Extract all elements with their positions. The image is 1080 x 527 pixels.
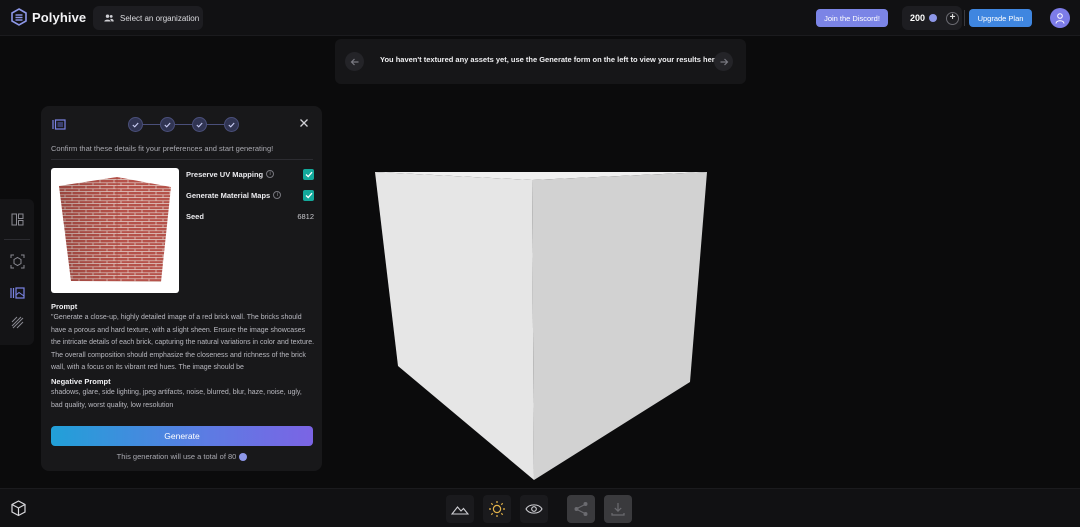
check-icon	[228, 122, 235, 128]
info-icon[interactable]: i	[266, 170, 275, 178]
texture-panel-header-icon	[52, 119, 66, 130]
next-arrow-button[interactable]	[714, 52, 733, 71]
texture-panel-icon	[10, 286, 25, 299]
material-maps-option: Generate Material Maps i	[186, 188, 314, 202]
step-connector	[207, 124, 224, 125]
box-icon[interactable]	[9, 499, 28, 518]
sun-icon	[489, 501, 505, 517]
layout-icon	[11, 213, 24, 226]
organization-selector[interactable]: Select an organization	[93, 6, 203, 30]
check-icon	[196, 122, 203, 128]
logo[interactable]: Polyhive	[11, 8, 86, 26]
cube-left-face	[375, 172, 534, 480]
rail-divider	[4, 239, 30, 240]
negative-prompt-text[interactable]: shadows, glare, side lighting, jpeg arti…	[51, 387, 315, 413]
checkmark-icon	[305, 171, 312, 178]
prompt-text[interactable]: "Generate a close-up, highly detailed im…	[51, 312, 315, 375]
preserve-uv-checkbox[interactable]	[303, 168, 314, 180]
step-2-complete	[160, 117, 175, 132]
previous-arrow-button[interactable]	[345, 52, 364, 71]
close-icon[interactable]	[298, 117, 310, 129]
generation-cost-text: This generation will use a total of 80	[116, 452, 237, 461]
prompt-title: Prompt	[51, 302, 78, 311]
lighting-button[interactable]	[483, 495, 511, 523]
cube-right-face	[532, 172, 707, 480]
preserve-uv-option: Preserve UV Mapping i	[186, 167, 314, 181]
step-3-complete	[192, 117, 207, 132]
confirm-instructions: Confirm that these details fit your pref…	[51, 144, 274, 153]
material-maps-label: Generate Material Maps	[186, 190, 271, 200]
preserve-uv-label: Preserve UV Mapping	[186, 169, 264, 179]
seed-label: Seed	[186, 211, 204, 221]
brick-cube-preview	[59, 177, 171, 282]
header-divider	[964, 10, 965, 26]
credit-coin-icon	[239, 452, 248, 461]
hatch-pattern-icon	[11, 316, 24, 329]
generation-cost-note: This generation will use a total of 80	[51, 452, 313, 461]
model-view-button[interactable]	[10, 254, 25, 269]
visibility-button[interactable]	[520, 495, 548, 523]
mountain-icon	[451, 505, 469, 515]
credits-value: 200	[910, 13, 926, 23]
user-avatar[interactable]	[1050, 8, 1070, 28]
add-credits-button[interactable]: +	[946, 11, 960, 25]
join-discord-button[interactable]: Join the Discord!	[816, 9, 888, 27]
checkmark-icon	[305, 192, 312, 199]
step-1-complete	[128, 117, 143, 132]
texture-panel-button[interactable]	[10, 285, 25, 300]
progress-steps	[128, 117, 239, 132]
info-icon[interactable]: i	[273, 191, 282, 199]
3d-model-cube[interactable]	[370, 168, 710, 483]
upgrade-plan-button[interactable]: Upgrade Plan	[969, 9, 1032, 27]
users-icon	[104, 14, 114, 22]
eye-icon	[525, 504, 543, 514]
download-icon	[611, 503, 625, 516]
top-bar: Polyhive Select an organization Join the…	[0, 0, 1080, 36]
check-icon	[132, 122, 139, 128]
seed-value: 6812	[297, 211, 314, 221]
layout-panel-button[interactable]	[10, 212, 25, 227]
generate-button[interactable]: Generate	[51, 426, 313, 446]
step-4-complete	[224, 117, 239, 132]
left-toolbar	[0, 199, 34, 345]
polyhive-logo-icon	[11, 8, 27, 26]
credit-coin-icon	[929, 14, 938, 22]
seed-row: Seed 6812	[186, 209, 314, 223]
org-selector-label: Select an organization	[120, 13, 200, 23]
bottom-toolbar	[0, 488, 1080, 527]
download-button[interactable]	[604, 495, 632, 523]
environment-button[interactable]	[446, 495, 474, 523]
share-icon	[574, 502, 588, 516]
arrow-left-icon	[350, 58, 358, 65]
negative-prompt-title: Negative Prompt	[51, 377, 111, 386]
user-icon	[1055, 12, 1065, 24]
pattern-panel-button[interactable]	[10, 315, 25, 330]
arrow-right-icon	[720, 58, 728, 65]
no-assets-notice: You haven't textured any assets yet, use…	[335, 39, 746, 84]
notice-text: You haven't textured any assets yet, use…	[380, 55, 722, 64]
check-icon	[164, 122, 171, 128]
cube-focus-icon	[10, 254, 25, 269]
credits-counter: 200 +	[902, 6, 962, 30]
panel-divider	[51, 159, 313, 160]
share-button[interactable]	[567, 495, 595, 523]
step-connector	[143, 124, 160, 125]
model-preview-thumbnail	[51, 168, 179, 293]
app-name: Polyhive	[32, 9, 87, 25]
step-connector	[175, 124, 192, 125]
material-maps-checkbox[interactable]	[303, 189, 314, 201]
